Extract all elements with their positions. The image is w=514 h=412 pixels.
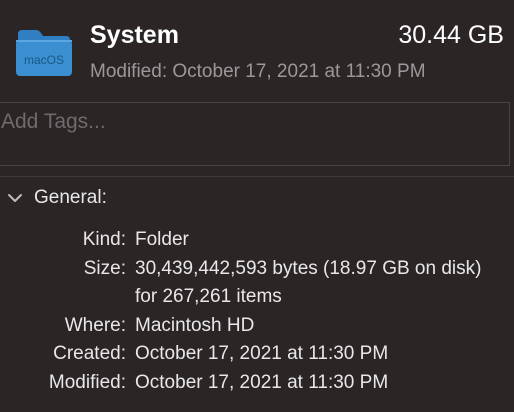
tags-field-container (0, 102, 510, 166)
info-value: October 17, 2021 at 11:30 PM (135, 371, 389, 393)
chevron-down-icon (8, 194, 22, 202)
info-label: Modified: (48, 371, 126, 393)
info-label: Kind: (82, 229, 126, 250)
info-value: Macintosh HD (135, 314, 255, 336)
info-row-created: Created: October 17, 2021 at 11:30 PM (0, 340, 514, 369)
info-row-size: Size: 30,439,442,593 bytes (18.97 GB on … (0, 255, 514, 312)
info-label: Where: (64, 314, 126, 336)
modified-summary: Modified: October 17, 2021 at 11:30 PM (90, 61, 426, 82)
info-header: macOS System 30.44 GB Modified: October … (0, 0, 514, 100)
item-size: 30.44 GB (398, 21, 504, 49)
folder-icon: macOS (16, 30, 72, 76)
info-label: Created: (53, 343, 126, 364)
info-label: Size: (83, 257, 126, 279)
info-value: 30,439,442,593 bytes (18.97 GB on disk) … (135, 257, 482, 308)
general-section-toggle[interactable]: General: (6, 184, 107, 212)
info-value: October 17, 2021 at 11:30 PM (135, 343, 389, 364)
item-name: System (90, 21, 179, 49)
info-row-kind: Kind: Folder (0, 226, 514, 255)
info-value: Folder (135, 229, 189, 250)
folder-icon-label: macOS (24, 53, 64, 67)
section-divider (0, 176, 514, 177)
tags-input[interactable] (1, 107, 501, 137)
general-info-list: Kind: Folder Size: 30,439,442,593 bytes … (0, 226, 514, 397)
general-section-title: General: (34, 187, 107, 208)
info-row-where: Where: Macintosh HD (0, 312, 514, 341)
info-row-modified: Modified: October 17, 2021 at 11:30 PM (0, 369, 514, 398)
